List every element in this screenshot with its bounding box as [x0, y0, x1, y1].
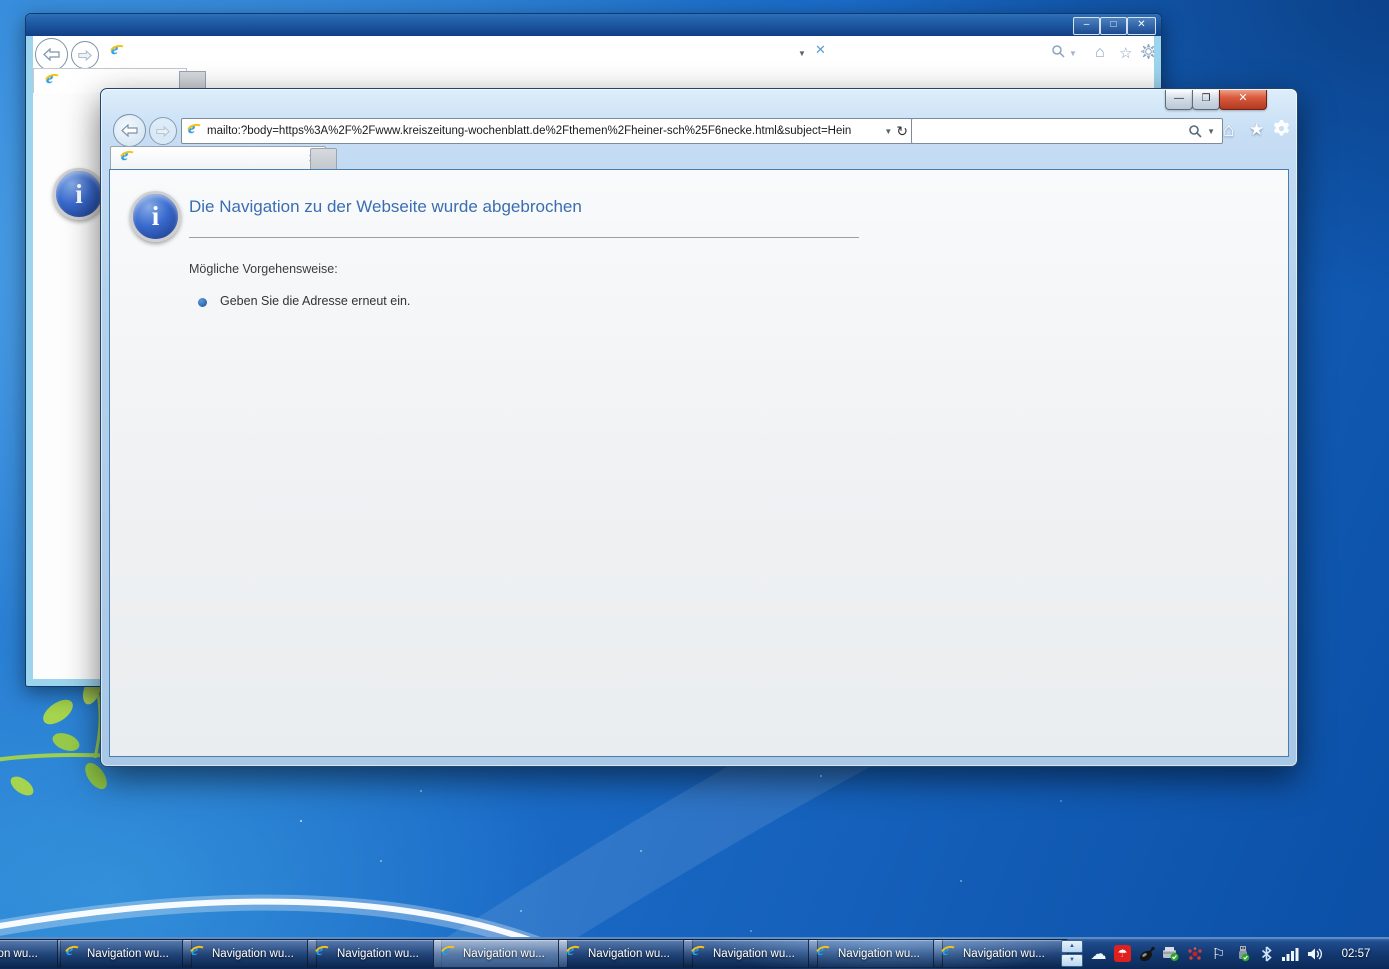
search-dropdown-icon[interactable]: ▼: [1207, 127, 1215, 136]
avira-antivirus-icon[interactable]: ☂: [1114, 945, 1131, 962]
error-option-item: Geben Sie die Adresse erneut ein.: [220, 294, 411, 308]
satellite-dish-icon[interactable]: [1138, 945, 1155, 962]
stop-icon[interactable]: ✕: [815, 42, 826, 58]
back-button[interactable]: [113, 114, 146, 147]
search-icon[interactable]: [1188, 124, 1202, 138]
refresh-icon[interactable]: ↻: [896, 123, 908, 140]
forward-button[interactable]: [149, 117, 177, 145]
taskbar-button-ie-window[interactable]: Navigation wu...: [808, 939, 943, 968]
ie-icon: [690, 942, 707, 962]
taskbar-button-label: Navigation wu...: [838, 947, 920, 960]
search-box[interactable]: ▼: [911, 118, 1223, 144]
home-icon[interactable]: ⌂: [1095, 44, 1105, 62]
address-dropdown-icon[interactable]: ▼: [884, 127, 892, 136]
foreground-browser-window: — ❐ ✕ mailto:?body=https%3A%2F%2Fwww.kre…: [100, 88, 1298, 767]
taskbar-button-ie-window-active[interactable]: Navigation wu...: [433, 939, 568, 968]
taskbar-button-label: Navigation wu...: [963, 947, 1045, 960]
address-bar[interactable]: mailto:?body=https%3A%2F%2Fwww.kreiszeit…: [181, 118, 913, 144]
cloud-icon[interactable]: ☁: [1090, 945, 1107, 963]
back-button[interactable]: [35, 38, 68, 71]
error-page-heading: Die Navigation zu der Webseite wurde abg…: [189, 197, 582, 216]
divider: [189, 237, 859, 238]
close-button[interactable]: ✕: [1219, 90, 1267, 110]
taskbar: Navigation wu... Navigation wu... Naviga…: [0, 937, 1389, 969]
error-options-label: Mögliche Vorgehensweise:: [189, 262, 338, 276]
search-icon[interactable]: [1051, 44, 1065, 61]
taskbar-button-label: Navigation wu...: [212, 947, 294, 960]
ie-icon: [189, 942, 206, 962]
action-center-flag-icon[interactable]: ⚐: [1210, 945, 1227, 963]
ie-icon: [440, 942, 457, 962]
forward-arrow-icon: [78, 49, 92, 61]
taskbar-button-ie-window[interactable]: Navigation wu...: [558, 939, 693, 968]
info-icon: [53, 168, 105, 220]
network-red-dots-icon[interactable]: [1186, 945, 1203, 962]
taskbar-button-ie-window[interactable]: Navigation wu...: [0, 939, 61, 968]
volume-speaker-icon[interactable]: [1306, 945, 1323, 962]
taskbar-clock[interactable]: 02:57: [1330, 938, 1382, 969]
close-button[interactable]: ✕: [1127, 17, 1156, 35]
taskbar-button-label: Navigation wu...: [0, 947, 38, 960]
ie-icon: [64, 942, 81, 962]
print-queue-icon[interactable]: [1162, 945, 1179, 962]
back-arrow-icon: [43, 48, 60, 61]
search-dropdown-icon[interactable]: ▼: [1069, 49, 1077, 58]
error-page: Die Navigation zu der Webseite wurde abg…: [109, 169, 1289, 757]
browser-tab[interactable]: ✕: [110, 146, 326, 170]
favorites-star-icon[interactable]: ★: [1249, 120, 1264, 140]
taskbar-button-ie-window[interactable]: Navigation wu...: [57, 939, 192, 968]
ie-icon: [565, 942, 582, 962]
forward-button[interactable]: [71, 41, 99, 69]
maximize-button[interactable]: □: [1100, 17, 1127, 35]
window-titlebar[interactable]: [26, 14, 1161, 36]
address-favicon ie-icon: [186, 120, 203, 140]
ie-icon: [940, 942, 957, 962]
address-bar-favicon ie-icon: [109, 41, 126, 66]
taskbar-button-label: Navigation wu...: [463, 947, 545, 960]
settings-gear-icon[interactable]: [1273, 120, 1290, 142]
back-arrow-icon: [121, 124, 138, 137]
home-icon[interactable]: ⌂: [1223, 120, 1234, 142]
wallpaper-sparkles: [300, 820, 302, 822]
taskbar-button-ie-window[interactable]: Navigation wu...: [182, 939, 317, 968]
new-tab-button[interactable]: [310, 148, 337, 171]
taskbar-overflow-scroll[interactable]: ▲ ▼: [1061, 940, 1083, 967]
minimize-button[interactable]: –: [1073, 17, 1100, 35]
ie-icon: [314, 942, 331, 962]
address-url-text[interactable]: mailto:?body=https%3A%2F%2Fwww.kreiszeit…: [207, 125, 880, 137]
settings-gear-icon[interactable]: [1139, 42, 1154, 62]
taskbar-button-ie-window[interactable]: Navigation wu...: [307, 939, 442, 968]
taskbar-button-label: Navigation wu...: [588, 947, 670, 960]
forward-arrow-icon: [156, 125, 170, 137]
taskbar-button-ie-window[interactable]: Navigation wu...: [933, 939, 1068, 968]
bluetooth-icon[interactable]: [1258, 945, 1275, 962]
tab-favicon ie-icon: [119, 147, 136, 167]
bullet-icon: [198, 298, 207, 307]
favorites-star-icon[interactable]: ☆: [1119, 44, 1132, 62]
scroll-down-icon[interactable]: ▼: [1061, 954, 1083, 967]
scroll-up-icon[interactable]: ▲: [1061, 940, 1083, 953]
taskbar-button-label: Navigation wu...: [337, 947, 419, 960]
address-dropdown-icon[interactable]: ▼: [798, 49, 806, 58]
maximize-button[interactable]: ❐: [1192, 90, 1220, 110]
taskbar-button-ie-window[interactable]: Navigation wu...: [683, 939, 818, 968]
ie-icon: [815, 942, 832, 962]
system-tray: ☁ ☂ ⚐: [1090, 938, 1323, 969]
address-bar-input[interactable]: [129, 40, 789, 64]
safely-remove-usb-icon[interactable]: [1234, 945, 1251, 962]
tab-favicon ie-icon: [44, 70, 61, 90]
minimize-button[interactable]: —: [1165, 90, 1193, 110]
info-icon: [130, 191, 181, 242]
network-signal-icon[interactable]: [1282, 945, 1299, 962]
taskbar-button-label: Navigation wu...: [87, 947, 169, 960]
taskbar-button-label: Navigation wu...: [713, 947, 795, 960]
